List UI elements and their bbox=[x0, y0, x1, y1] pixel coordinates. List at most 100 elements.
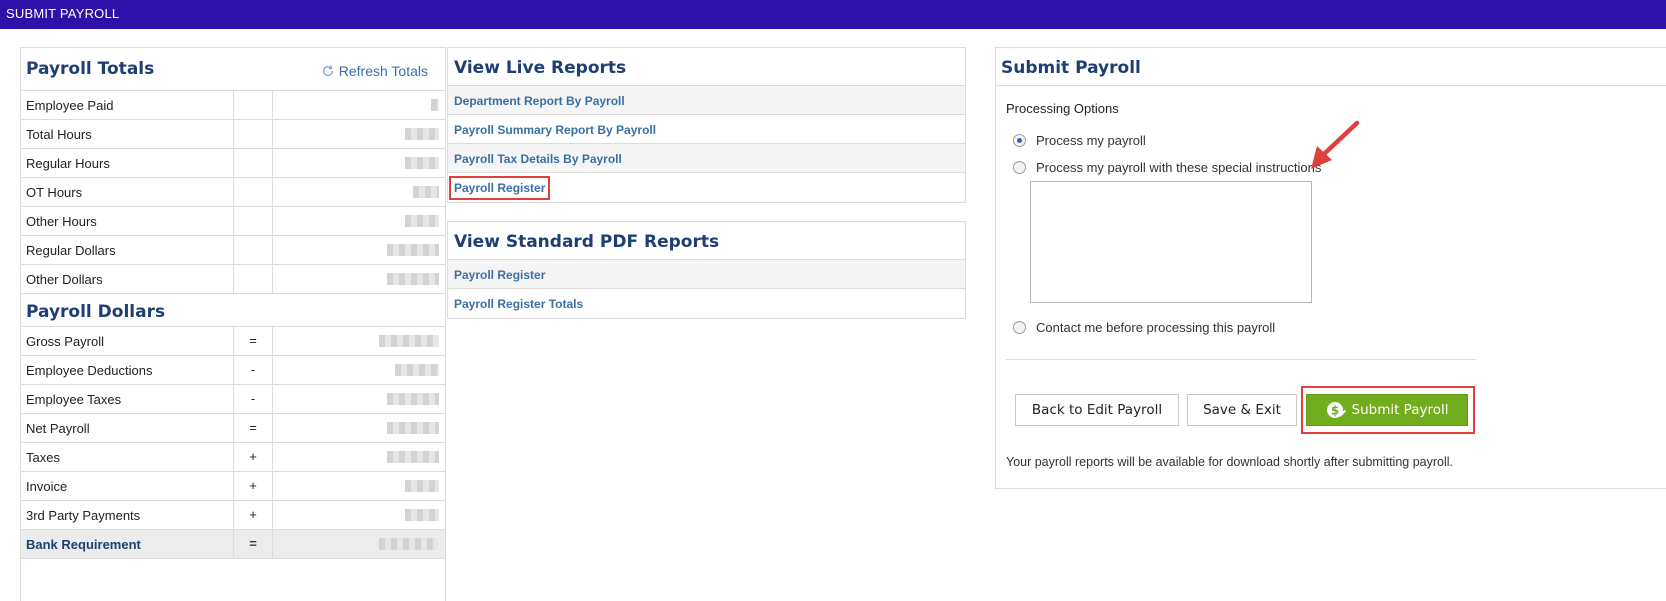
pdf-link-payroll-register[interactable]: Payroll Register bbox=[454, 268, 545, 282]
refresh-totals-label: Refresh Totals bbox=[338, 63, 428, 79]
pdf-reports-title: View Standard PDF Reports bbox=[454, 232, 720, 252]
dollars-row-op: + bbox=[233, 443, 273, 471]
submit-payroll-header: Submit Payroll bbox=[996, 48, 1666, 86]
radio-button[interactable] bbox=[1013, 321, 1026, 334]
dollars-row-op: = bbox=[233, 327, 273, 355]
special-instructions-input[interactable] bbox=[1030, 181, 1312, 303]
list-item: Payroll Tax Details By Payroll bbox=[448, 144, 965, 173]
dollars-row-label: Employee Deductions bbox=[26, 363, 153, 378]
totals-row: Other Hours bbox=[21, 207, 445, 236]
svg-text:$: $ bbox=[1330, 404, 1338, 418]
redacted-value bbox=[395, 364, 439, 376]
redacted-value bbox=[387, 273, 439, 285]
live-reports-list: Department Report By Payroll Payroll Sum… bbox=[448, 86, 965, 202]
submit-payroll-button[interactable]: $ Submit Payroll bbox=[1306, 394, 1468, 426]
dollar-check-icon: $ bbox=[1326, 402, 1346, 418]
submit-payroll-title: Submit Payroll bbox=[1001, 58, 1141, 78]
option-label: Contact me before processing this payrol… bbox=[1036, 320, 1276, 335]
totals-row-op bbox=[233, 207, 273, 235]
dollars-row: Invoice + bbox=[21, 472, 445, 501]
report-link-department[interactable]: Department Report By Payroll bbox=[454, 94, 625, 108]
dollars-row-label: 3rd Party Payments bbox=[26, 508, 141, 523]
redacted-value bbox=[405, 480, 439, 492]
submit-payroll-panel: Submit Payroll Processing Options Proces… bbox=[995, 47, 1666, 489]
payroll-dollars-title: Payroll Dollars bbox=[26, 302, 166, 322]
redacted-value bbox=[379, 538, 439, 550]
totals-row-op bbox=[233, 236, 273, 264]
totals-row: Total Hours bbox=[21, 120, 445, 149]
redacted-value bbox=[379, 335, 439, 347]
option-contact-me[interactable]: Contact me before processing this payrol… bbox=[1013, 320, 1275, 335]
totals-row-label: Regular Hours bbox=[26, 156, 110, 171]
payroll-totals-title: Payroll Totals bbox=[26, 59, 155, 79]
totals-row: Regular Hours bbox=[21, 149, 445, 178]
totals-row: Regular Dollars bbox=[21, 236, 445, 265]
totals-row-label: Other Dollars bbox=[26, 272, 103, 287]
dollars-row-op: = bbox=[233, 414, 273, 442]
dollars-row: Employee Taxes - bbox=[21, 385, 445, 414]
redacted-value bbox=[405, 157, 439, 169]
payroll-totals-header: Payroll Totals Refresh Totals bbox=[21, 48, 445, 91]
dollars-row: Taxes + bbox=[21, 443, 445, 472]
option-process[interactable]: Process my payroll bbox=[1013, 133, 1146, 148]
report-link-summary[interactable]: Payroll Summary Report By Payroll bbox=[454, 123, 656, 137]
redacted-value bbox=[405, 509, 439, 521]
list-item: Department Report By Payroll bbox=[448, 86, 965, 115]
totals-row-label: Employee Paid bbox=[26, 98, 114, 113]
pdf-reports-panel: View Standard PDF Reports Payroll Regist… bbox=[447, 221, 966, 319]
option-label: Process my payroll with these special in… bbox=[1036, 160, 1322, 175]
top-bar: SUBMIT PAYROLL bbox=[0, 0, 1666, 29]
totals-row-label: Other Hours bbox=[26, 214, 97, 229]
report-link-tax-details[interactable]: Payroll Tax Details By Payroll bbox=[454, 152, 622, 166]
live-reports-title: View Live Reports bbox=[454, 58, 627, 78]
radio-button[interactable] bbox=[1013, 134, 1026, 147]
radio-button[interactable] bbox=[1013, 161, 1026, 174]
totals-row-op bbox=[233, 91, 273, 119]
dollars-row-op: + bbox=[233, 472, 273, 500]
dollars-row-op: = bbox=[233, 530, 273, 558]
totals-row-label: OT Hours bbox=[26, 185, 83, 200]
report-link-payroll-register[interactable]: Payroll Register bbox=[448, 176, 551, 200]
redacted-value bbox=[387, 244, 439, 256]
payroll-totals-panel: Payroll Totals Refresh Totals Employee P… bbox=[20, 47, 446, 601]
dollars-row: Employee Deductions - bbox=[21, 356, 445, 385]
annotation-arrow-icon bbox=[1311, 120, 1360, 169]
totals-row-op bbox=[233, 178, 273, 206]
dollars-row-label: Net Payroll bbox=[26, 421, 90, 436]
dollars-row-label: Bank Requirement bbox=[26, 537, 141, 552]
dollars-row-label: Invoice bbox=[26, 479, 68, 494]
list-item: Payroll Summary Report By Payroll bbox=[448, 115, 965, 144]
pdf-reports-list: Payroll Register Payroll Register Totals bbox=[448, 260, 965, 318]
option-special-instructions[interactable]: Process my payroll with these special in… bbox=[1013, 160, 1321, 175]
totals-row: Employee Paid bbox=[21, 91, 445, 120]
dollars-row: Net Payroll = bbox=[21, 414, 445, 443]
save-and-exit-button[interactable]: Save & Exit bbox=[1187, 394, 1297, 426]
totals-row: Other Dollars bbox=[21, 265, 445, 294]
refresh-totals-link[interactable]: Refresh Totals bbox=[321, 63, 428, 79]
totals-row-op bbox=[233, 120, 273, 148]
submit-payroll-label: Submit Payroll bbox=[1351, 402, 1449, 418]
dollars-row-label: Gross Payroll bbox=[26, 334, 105, 349]
list-item: Payroll Register Totals bbox=[448, 289, 965, 318]
dollars-row-op: - bbox=[233, 356, 273, 384]
redacted-value bbox=[405, 215, 439, 227]
redacted-value bbox=[387, 393, 439, 405]
pdf-reports-header: View Standard PDF Reports bbox=[448, 222, 965, 260]
dollars-row-label: Taxes bbox=[26, 450, 60, 465]
list-item: Payroll Register bbox=[448, 260, 965, 289]
redacted-value bbox=[387, 422, 439, 434]
back-to-edit-button[interactable]: Back to Edit Payroll bbox=[1015, 394, 1179, 426]
live-reports-header: View Live Reports bbox=[448, 48, 965, 86]
totals-row-op bbox=[233, 149, 273, 177]
redacted-value bbox=[405, 128, 439, 140]
totals-row: OT Hours bbox=[21, 178, 445, 207]
dollars-row: 3rd Party Payments + bbox=[21, 501, 445, 530]
totals-row-op bbox=[233, 265, 273, 293]
dollars-row-op: + bbox=[233, 501, 273, 529]
totals-row-label: Total Hours bbox=[26, 127, 92, 142]
redacted-value bbox=[387, 451, 439, 463]
option-label: Process my payroll bbox=[1036, 133, 1146, 148]
pdf-link-payroll-register-totals[interactable]: Payroll Register Totals bbox=[454, 297, 583, 311]
totals-row-label: Regular Dollars bbox=[26, 243, 116, 258]
live-reports-panel: View Live Reports Department Report By P… bbox=[447, 47, 966, 203]
